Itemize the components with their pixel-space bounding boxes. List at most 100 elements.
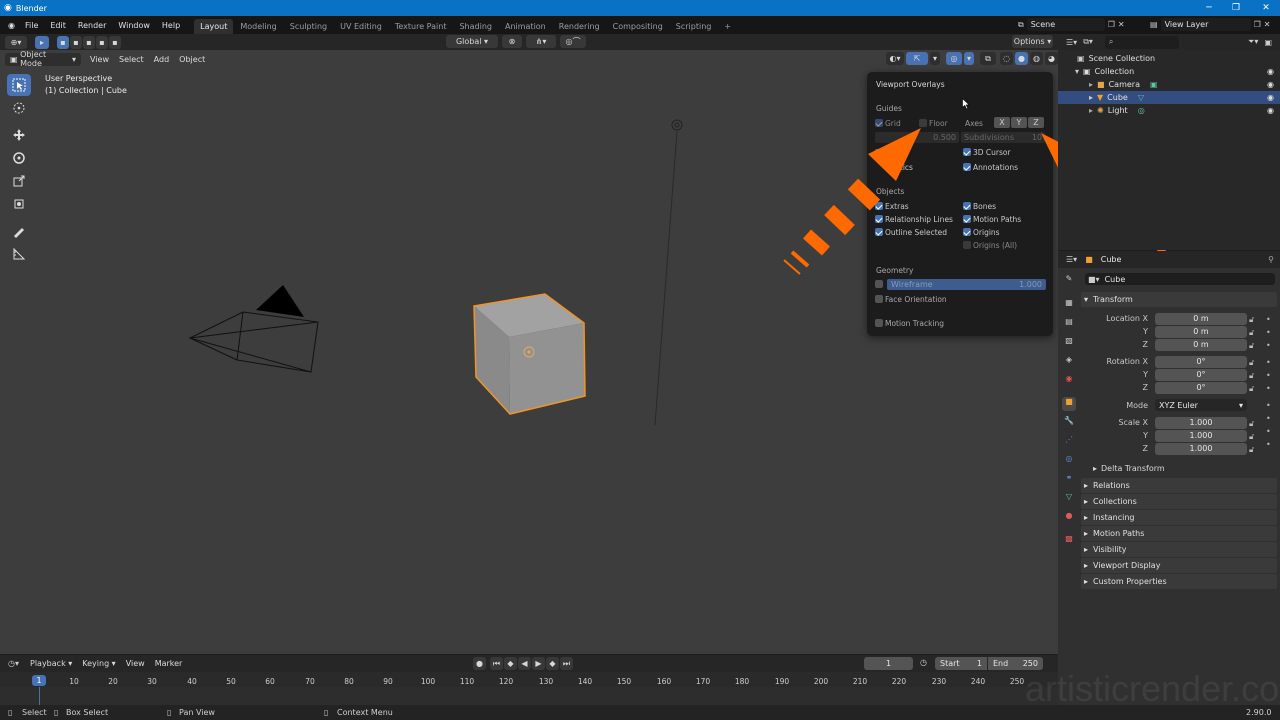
eye-icon[interactable]: ◉	[1267, 106, 1274, 115]
mode-dropdown[interactable]: ▣ Object Mode ▾	[5, 50, 81, 68]
add-workspace-button[interactable]: +	[718, 19, 737, 34]
collections-panel-header[interactable]: ▸ Collections	[1081, 494, 1277, 509]
play-reverse-icon[interactable]: ◀	[518, 657, 531, 670]
menu-marker[interactable]: Marker	[150, 659, 188, 668]
delta-transform-subpanel[interactable]: ▸ Delta Transform	[1093, 464, 1165, 473]
next-keyframe-icon[interactable]: ◆	[546, 657, 559, 670]
playhead-marker[interactable]: 1	[32, 675, 46, 686]
jump-start-icon[interactable]: ⏮	[490, 657, 503, 670]
mesh-data-icon[interactable]: ▽	[1138, 93, 1144, 102]
object-type-icon[interactable]: ■▾	[1088, 275, 1100, 284]
tab-modeling[interactable]: Modeling	[234, 19, 282, 34]
rotation-mode-dropdown[interactable]: XYZ Euler ▾	[1155, 399, 1247, 411]
viewport-display-panel-header[interactable]: ▸ Viewport Display	[1081, 558, 1277, 573]
scene-tab-icon[interactable]: ◈	[1062, 355, 1076, 369]
modifier-tab-icon[interactable]: 🔧	[1062, 416, 1076, 430]
lock-icon[interactable]: 🔓︎	[1249, 326, 1254, 339]
new-collection-icon[interactable]: ▣	[1264, 38, 1272, 47]
outliner-editor-icon[interactable]: ☰▾	[1066, 38, 1077, 47]
eye-icon[interactable]: ◉	[1267, 80, 1274, 89]
light-data-icon[interactable]: ◎	[1138, 106, 1145, 115]
shading-material-icon[interactable]: ◍	[1030, 52, 1043, 65]
mode-extend-icon[interactable]: ▪	[70, 35, 82, 49]
particles-tab-icon[interactable]: ⋰	[1062, 435, 1076, 449]
keyframe-dot-icon[interactable]: •	[1266, 326, 1271, 339]
expand-chevron-icon[interactable]: ▸	[1089, 106, 1093, 115]
expand-chevron-icon[interactable]: ▾	[1075, 67, 1079, 76]
lock-icon[interactable]: 🔓︎	[1249, 313, 1254, 326]
wireframe-checkbox[interactable]	[875, 280, 883, 288]
wireframe-slider[interactable]: Wireframe 1.000	[887, 279, 1046, 290]
lock-icon[interactable]: 🔓︎	[1249, 382, 1254, 395]
pin-icon[interactable]: ⚲	[1268, 255, 1274, 264]
menu-render[interactable]: Render	[72, 16, 112, 34]
lock-icon[interactable]: 🔓︎	[1249, 430, 1254, 443]
gizmo-dropdown-icon[interactable]: ▾	[930, 52, 940, 65]
menu-add[interactable]: Add	[149, 55, 175, 64]
menu-file[interactable]: File	[19, 16, 44, 34]
rotation-y-field[interactable]: 0°	[1155, 369, 1247, 381]
options-dropdown[interactable]: Options ▾	[1012, 35, 1053, 48]
lock-icon[interactable]: 🔓︎	[1249, 369, 1254, 382]
play-icon[interactable]: ▶	[532, 657, 545, 670]
tab-rendering[interactable]: Rendering	[553, 19, 606, 34]
tab-compositing[interactable]: Compositing	[607, 19, 669, 34]
tab-texture-paint[interactable]: Texture Paint	[389, 19, 453, 34]
display-mode-icon[interactable]: ⧉▾	[1083, 37, 1093, 47]
menu-view[interactable]: View	[85, 55, 114, 64]
tab-scripting[interactable]: Scripting	[670, 19, 718, 34]
timeline-track-area[interactable]	[0, 687, 1058, 705]
view-layer-icon[interactable]: ▤	[1150, 20, 1158, 29]
lock-icon[interactable]: 🔓︎	[1249, 356, 1254, 369]
xray-toggle-icon[interactable]: ⧉	[980, 52, 996, 65]
rotation-z-field[interactable]: 0°	[1155, 382, 1247, 394]
visibility-panel-header[interactable]: ▸ Visibility	[1081, 542, 1277, 557]
data-tab-icon[interactable]: ▽	[1062, 492, 1076, 506]
location-x-field[interactable]: 0 m	[1155, 313, 1247, 325]
shading-wireframe-icon[interactable]: ◌	[1000, 52, 1013, 65]
view-layer-field[interactable]: View Layer	[1160, 18, 1251, 31]
tool-tab-icon[interactable]: ✎	[1062, 274, 1076, 288]
outliner-row-scene-collection[interactable]: ▣ Scene Collection	[1058, 52, 1280, 65]
eye-icon[interactable]: ◉	[1267, 67, 1274, 76]
camera-data-icon[interactable]: ▣	[1150, 80, 1158, 89]
eye-icon[interactable]: ◉	[1267, 93, 1274, 102]
outliner-row-camera[interactable]: ▸ ■ Camera ▣ ◉	[1058, 78, 1280, 91]
scale-x-field[interactable]: 1.000	[1155, 417, 1247, 429]
menu-playback[interactable]: Playback ▾	[25, 659, 77, 668]
mode-subtract-icon[interactable]: ▪	[83, 35, 95, 49]
scene-icon[interactable]: ⧉	[1018, 20, 1024, 30]
shading-rendered-icon[interactable]: ◕	[1045, 52, 1058, 65]
keyframe-dot-icon[interactable]: •	[1266, 356, 1271, 369]
face-orientation-checkbox[interactable]	[875, 295, 883, 303]
snap-icon[interactable]: ⋔▾	[526, 35, 556, 48]
new-view-layer-icon[interactable]: ❐	[1254, 20, 1261, 29]
tab-animation[interactable]: Animation	[499, 19, 552, 34]
minimize-icon[interactable]: ─	[1195, 0, 1223, 16]
cube-object[interactable]	[473, 293, 586, 415]
texture-tab-icon[interactable]: ▩	[1062, 534, 1076, 548]
expand-chevron-icon[interactable]: ▸	[1089, 80, 1093, 89]
menu-keying[interactable]: Keying ▾	[77, 659, 120, 668]
object-tab-icon[interactable]: ■	[1062, 397, 1076, 411]
camera-object[interactable]	[188, 285, 319, 373]
record-icon[interactable]: ●	[473, 657, 486, 670]
light-object[interactable]	[654, 119, 683, 426]
transform-panel-header[interactable]: ▾ Transform	[1081, 292, 1277, 307]
scale-y-field[interactable]: 1.000	[1155, 430, 1247, 442]
mode-set-icon[interactable]: ▪	[57, 35, 69, 49]
delete-scene-icon[interactable]: ✕	[1118, 20, 1125, 29]
world-tab-icon[interactable]: ◉	[1062, 374, 1076, 388]
visibility-icon[interactable]: ◐▾	[886, 52, 904, 65]
tab-layout[interactable]: Layout	[194, 19, 234, 34]
location-y-field[interactable]: 0 m	[1155, 326, 1247, 338]
select-tool-icon[interactable]: ▸	[35, 35, 49, 49]
keyframe-dot-icon[interactable]: •	[1266, 425, 1271, 438]
outliner-row-light[interactable]: ▸ ✺ Light ◎ ◉	[1058, 104, 1280, 117]
mode-intersect-icon[interactable]: ▪	[109, 35, 121, 49]
prev-keyframe-icon[interactable]: ◆	[504, 657, 517, 670]
keyframe-dot-icon[interactable]: •	[1266, 399, 1271, 412]
mode-invert-icon[interactable]: ▪	[96, 35, 108, 49]
keyframe-dot-icon[interactable]: •	[1266, 382, 1271, 395]
overlays-toggle-icon[interactable]: ◎	[946, 52, 962, 65]
